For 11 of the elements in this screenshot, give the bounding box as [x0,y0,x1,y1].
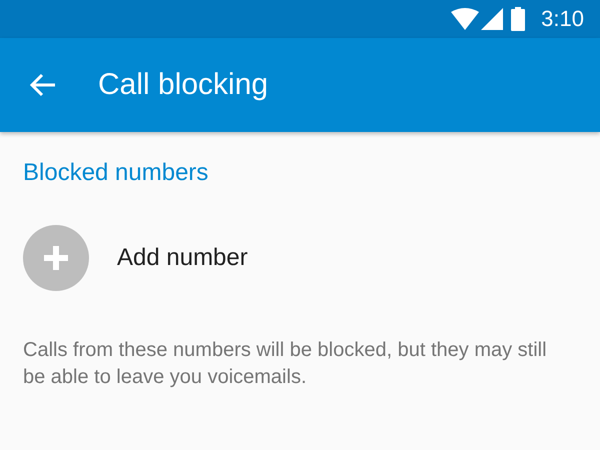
plus-icon [23,225,89,291]
add-number-item[interactable]: Add number [23,225,577,291]
screen-title: Call blocking [98,68,268,102]
section-header: Blocked numbers [23,159,210,187]
wifi-icon [451,8,480,30]
add-number-label: Add number [117,244,248,272]
description-text: Calls from these numbers will be blocked, but they may still be able to leave you voicemails. [23,338,548,390]
status-time: 3:10 [541,6,584,32]
back-arrow-icon[interactable] [29,73,57,97]
battery-icon [511,7,526,31]
signal-icon [481,8,504,30]
